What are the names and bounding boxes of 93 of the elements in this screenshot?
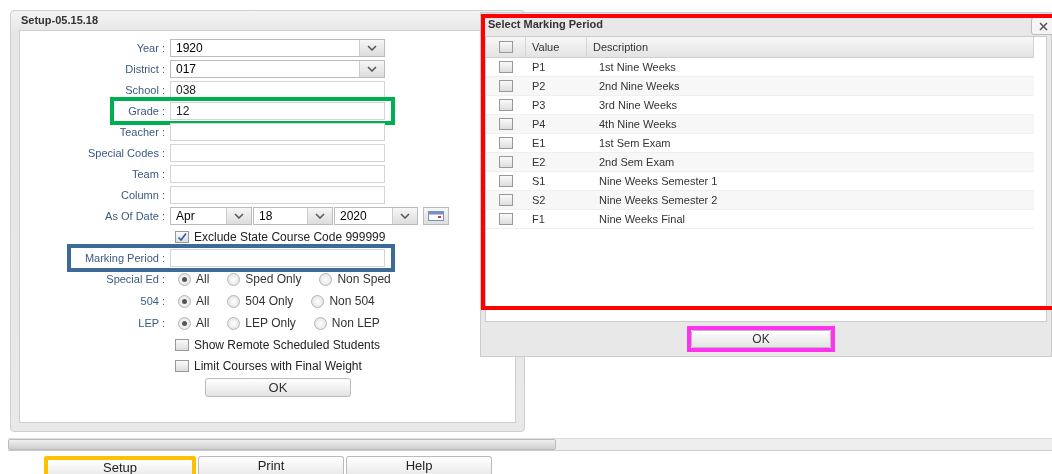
scroll-thumb[interactable] — [8, 439, 556, 450]
radio-button[interactable] — [178, 316, 191, 330]
column-header[interactable]: Value — [532, 40, 560, 53]
radio-button[interactable] — [178, 294, 191, 308]
checkbox[interactable] — [499, 212, 513, 225]
checkbox[interactable] — [499, 155, 513, 168]
checkbox[interactable] — [175, 338, 189, 351]
checkbox[interactable] — [499, 136, 513, 149]
checkbox[interactable] — [499, 79, 513, 92]
calendar-icon[interactable] — [423, 206, 449, 225]
checkbox-label: Show Remote Scheduled Students — [194, 337, 381, 352]
dialog-title: Select Marking Period — [487, 18, 603, 31]
table-cell: 4th Nine Weeks — [599, 117, 677, 130]
radio-label: Non 504 — [329, 294, 375, 308]
field-label: As Of Date : — [105, 209, 165, 222]
field-label: School : — [125, 83, 165, 96]
checkbox[interactable] — [175, 230, 189, 243]
panel-title: Setup-05.15.18 — [20, 13, 100, 28]
tab-button[interactable]: Setup — [44, 456, 196, 474]
table-cell: P4 — [532, 117, 546, 130]
radio-button[interactable] — [227, 316, 241, 330]
ok-button[interactable]: OK — [205, 378, 351, 397]
field-label: Special Codes : — [87, 146, 165, 159]
table-cell: E1 — [532, 136, 546, 149]
checkbox[interactable] — [498, 40, 513, 53]
checkbox[interactable] — [499, 193, 513, 206]
input-field[interactable] — [170, 185, 385, 204]
field-label: Grade : — [128, 104, 165, 117]
field-label: LEP : — [138, 317, 165, 329]
checkbox[interactable] — [175, 359, 189, 372]
ok-button[interactable]: OK — [691, 330, 831, 348]
radio-button[interactable] — [227, 294, 241, 308]
scrollbar[interactable] — [8, 438, 1052, 451]
table-cell: Nine Weeks Semester 1 — [599, 174, 718, 187]
table-cell: 2nd Nine Weeks — [599, 79, 680, 92]
field-label: Special Ed : — [106, 273, 165, 285]
dropdown[interactable]: 18 — [253, 206, 333, 225]
radio-button[interactable] — [313, 316, 327, 330]
radio-label: 504 Only — [245, 294, 294, 308]
radio-button[interactable] — [227, 272, 241, 286]
field-label: Teacher : — [119, 125, 165, 138]
tab-button[interactable]: Print — [198, 456, 344, 474]
checkbox[interactable] — [499, 174, 513, 187]
table-cell: 1st Sem Exam — [599, 136, 671, 149]
radio-label: Non LEP — [331, 316, 380, 330]
radio-label: All — [196, 294, 210, 308]
radio-button[interactable] — [178, 272, 191, 286]
table-cell: P1 — [532, 60, 546, 73]
radio-label: All — [196, 316, 210, 330]
tab-button[interactable]: Help — [346, 456, 492, 474]
input-field[interactable] — [170, 143, 385, 162]
table-cell: 1st Nine Weeks — [599, 60, 676, 73]
checkbox[interactable] — [499, 117, 513, 130]
checkbox-label: Exclude State Course Code 999999 — [194, 229, 386, 244]
input-field[interactable]: 12 — [170, 101, 385, 120]
column-header[interactable]: Description — [593, 40, 649, 53]
checkbox[interactable] — [499, 60, 513, 73]
chevron-icon — [359, 39, 384, 56]
field-label: Marking Period : — [84, 251, 165, 264]
field-label: Year : — [136, 41, 165, 54]
chevron-icon — [226, 207, 251, 224]
chevron-icon — [359, 60, 384, 77]
radio-label: LEP Only — [245, 316, 296, 330]
table-cell: Nine Weeks Semester 2 — [599, 193, 718, 206]
field-label: 504 : — [140, 295, 165, 307]
input-field[interactable] — [170, 248, 385, 267]
dropdown[interactable]: Apr — [170, 206, 252, 225]
table-cell: Nine Weeks Final — [599, 212, 685, 225]
table-cell: P2 — [532, 79, 546, 92]
checkbox-label: Limit Courses with Final Weight — [194, 358, 362, 373]
radio-button[interactable] — [311, 294, 325, 308]
input-field[interactable]: 038 — [170, 80, 385, 99]
table-cell: 3rd Nine Weeks — [599, 98, 678, 111]
dropdown[interactable]: 1920 — [170, 38, 385, 57]
field-label: Team : — [132, 167, 165, 180]
table-cell: 2nd Sem Exam — [599, 155, 675, 168]
chevron-icon — [392, 207, 417, 224]
radio-button[interactable] — [319, 272, 333, 286]
checkbox[interactable] — [499, 98, 513, 111]
table-cell: P3 — [532, 98, 546, 111]
dropdown[interactable]: 2020 — [334, 206, 418, 225]
radio-label: All — [196, 272, 210, 286]
input-field[interactable] — [170, 164, 385, 183]
dropdown[interactable]: 017 — [170, 59, 385, 78]
table-cell: S1 — [532, 174, 546, 187]
field-label: Column : — [120, 188, 165, 201]
table-cell: F1 — [532, 212, 545, 225]
field-label: District : — [125, 62, 165, 75]
table-cell: E2 — [532, 155, 546, 168]
radio-label: Sped Only — [245, 272, 302, 286]
radio-label: Non Sped — [337, 272, 391, 286]
table-cell: S2 — [532, 193, 546, 206]
chevron-icon — [307, 207, 332, 224]
